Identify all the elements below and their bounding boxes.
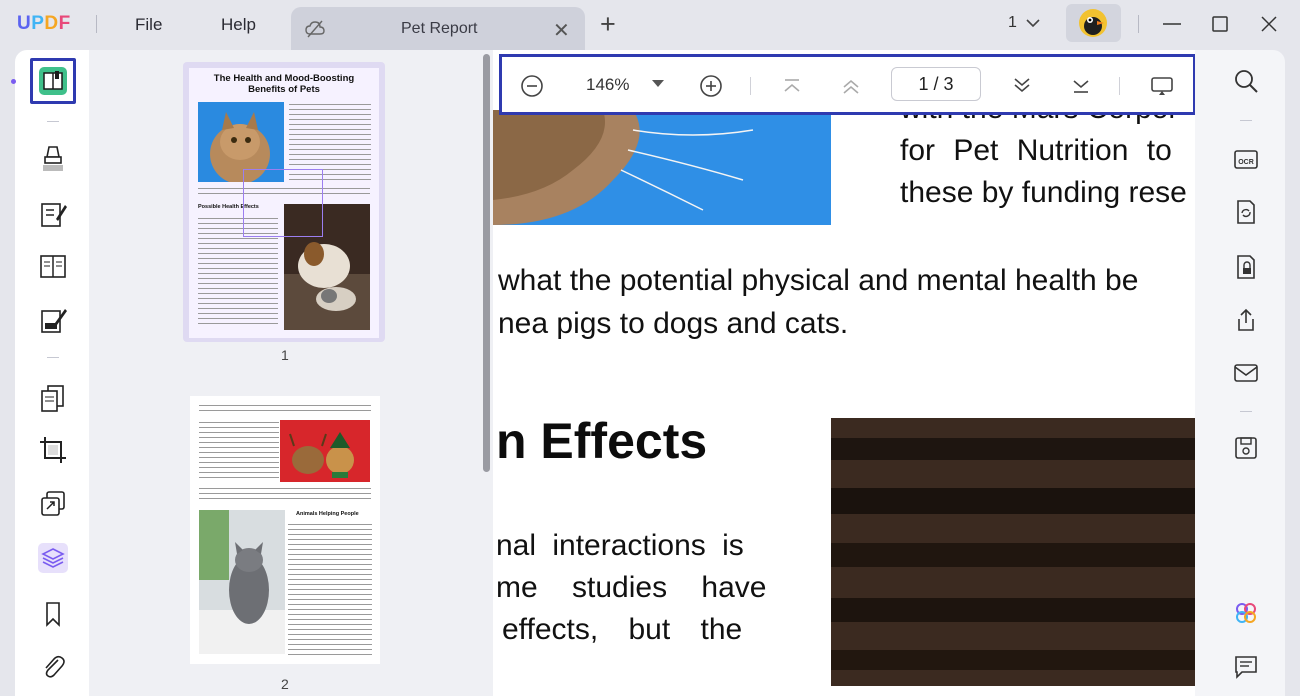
page-layout-icon[interactable]: [38, 251, 68, 281]
doc-line-h: effects, but the: [502, 613, 743, 646]
window-count: 1: [1008, 14, 1017, 31]
bookmark-icon[interactable]: [38, 599, 68, 629]
thumb1-viewport-indicator[interactable]: [243, 169, 323, 237]
rail-separator: [1240, 120, 1252, 121]
ai-assistant-icon[interactable]: [1233, 600, 1259, 626]
presentation-icon[interactable]: [1150, 74, 1174, 98]
search-icon[interactable]: [1233, 68, 1259, 94]
doc-line-c: these by funding rese: [900, 176, 1187, 209]
last-page-icon[interactable]: [1069, 74, 1093, 98]
email-icon[interactable]: [1233, 360, 1259, 386]
minimize-icon[interactable]: [1160, 12, 1184, 36]
organize-pages-icon[interactable]: [38, 383, 68, 413]
share-icon[interactable]: [1233, 307, 1259, 333]
document-view: with the Mars Corpor for Pet Nutrition t…: [493, 50, 1195, 696]
menu-file[interactable]: File: [135, 15, 162, 35]
save-icon[interactable]: [1233, 435, 1259, 461]
doc-line-e: nea pigs to dogs and cats.: [498, 307, 849, 340]
menu-help[interactable]: Help: [221, 15, 256, 35]
thumb2-cat-image: [199, 510, 285, 654]
cloud-off-icon: [305, 20, 325, 38]
thumbnail-scrollbar[interactable]: [483, 54, 490, 472]
zoom-level[interactable]: 146%: [586, 75, 629, 95]
thumb2-text-line: [199, 403, 371, 415]
protect-icon[interactable]: [1233, 254, 1259, 280]
thumb1-title-line1: The Health and Mood-Boosting: [213, 73, 355, 84]
thumbnail-1-number: 1: [281, 347, 289, 363]
view-toolbar: 146% 1 / 3: [499, 54, 1196, 115]
comment-icon[interactable]: [1233, 654, 1259, 680]
page-number-input[interactable]: 1 / 3: [891, 67, 981, 101]
thumb2-christmas-pets-image: [280, 420, 370, 482]
previous-page-icon[interactable]: [839, 74, 863, 98]
avatar-bird-icon: [1079, 9, 1107, 37]
tab-close-icon[interactable]: ✕: [553, 18, 570, 43]
crop-icon[interactable]: [38, 435, 68, 465]
tab-title: Pet Report: [401, 20, 478, 37]
thumbnail-2-number: 2: [281, 676, 289, 692]
thumb2-text-line: [199, 486, 371, 500]
thumb1-title-line2: Benefits of Pets: [248, 84, 320, 95]
reader-icon[interactable]: [38, 66, 68, 96]
maximize-icon[interactable]: [1208, 12, 1232, 36]
title-bar: UPDF File Help Pet Report ✕ + 1: [0, 0, 1300, 50]
chevron-down-icon[interactable]: [1025, 15, 1041, 31]
doc-line-d: what the potential physical and mental h…: [498, 264, 1139, 297]
svg-text:OCR: OCR: [1238, 159, 1254, 166]
highlighter-icon[interactable]: [38, 143, 68, 173]
convert-pdf-icon[interactable]: [1233, 199, 1259, 225]
doc-dog-image: [831, 418, 1195, 686]
doc-cat-image: [493, 110, 831, 225]
close-window-icon[interactable]: [1257, 12, 1281, 36]
thumbnail-page-1-selection[interactable]: The Health and Mood-Boosting Benefits of…: [183, 62, 385, 342]
layers-icon[interactable]: [38, 543, 68, 573]
user-avatar[interactable]: [1066, 4, 1121, 42]
toolbar-divider: [1119, 77, 1120, 95]
doc-line-b: for Pet Nutrition to: [900, 134, 1172, 167]
zoom-out-icon[interactable]: [520, 74, 544, 98]
first-page-icon[interactable]: [780, 74, 804, 98]
doc-line-g: me studies have: [496, 571, 767, 604]
rail-separator: [47, 357, 59, 358]
doc-line-f: nal interactions is: [496, 529, 744, 562]
rail-separator: [47, 121, 59, 122]
updf-logo: UPDF: [17, 13, 71, 34]
window-controls-separator: [1138, 15, 1139, 33]
ocr-icon[interactable]: OCR: [1233, 146, 1259, 172]
doc-section-heading: n Effects: [496, 413, 708, 469]
title-separator: [96, 15, 97, 33]
thumb2-section-heading: Animals Helping People: [296, 511, 359, 517]
toolbar-divider: [750, 77, 751, 95]
edit-text-icon[interactable]: [38, 199, 68, 229]
rail-separator: [1240, 411, 1252, 412]
thumbnail-page-2[interactable]: Animals Helping People: [190, 396, 380, 664]
attachment-icon[interactable]: [38, 652, 68, 682]
thumbnail-page-1[interactable]: The Health and Mood-Boosting Benefits of…: [189, 68, 379, 338]
new-tab-plus-icon[interactable]: +: [600, 9, 616, 40]
zoom-in-icon[interactable]: [699, 74, 723, 98]
document-tab[interactable]: Pet Report ✕: [291, 7, 585, 50]
form-edit-icon[interactable]: [38, 305, 68, 335]
right-tool-rail: OCR: [1195, 50, 1285, 696]
thumb2-text-column: [288, 522, 372, 658]
thumb2-text-block: [199, 420, 279, 480]
next-page-icon[interactable]: [1010, 74, 1034, 98]
convert-icon[interactable]: [38, 489, 68, 519]
zoom-dropdown-icon[interactable]: [652, 80, 664, 87]
active-indicator: [11, 79, 16, 84]
